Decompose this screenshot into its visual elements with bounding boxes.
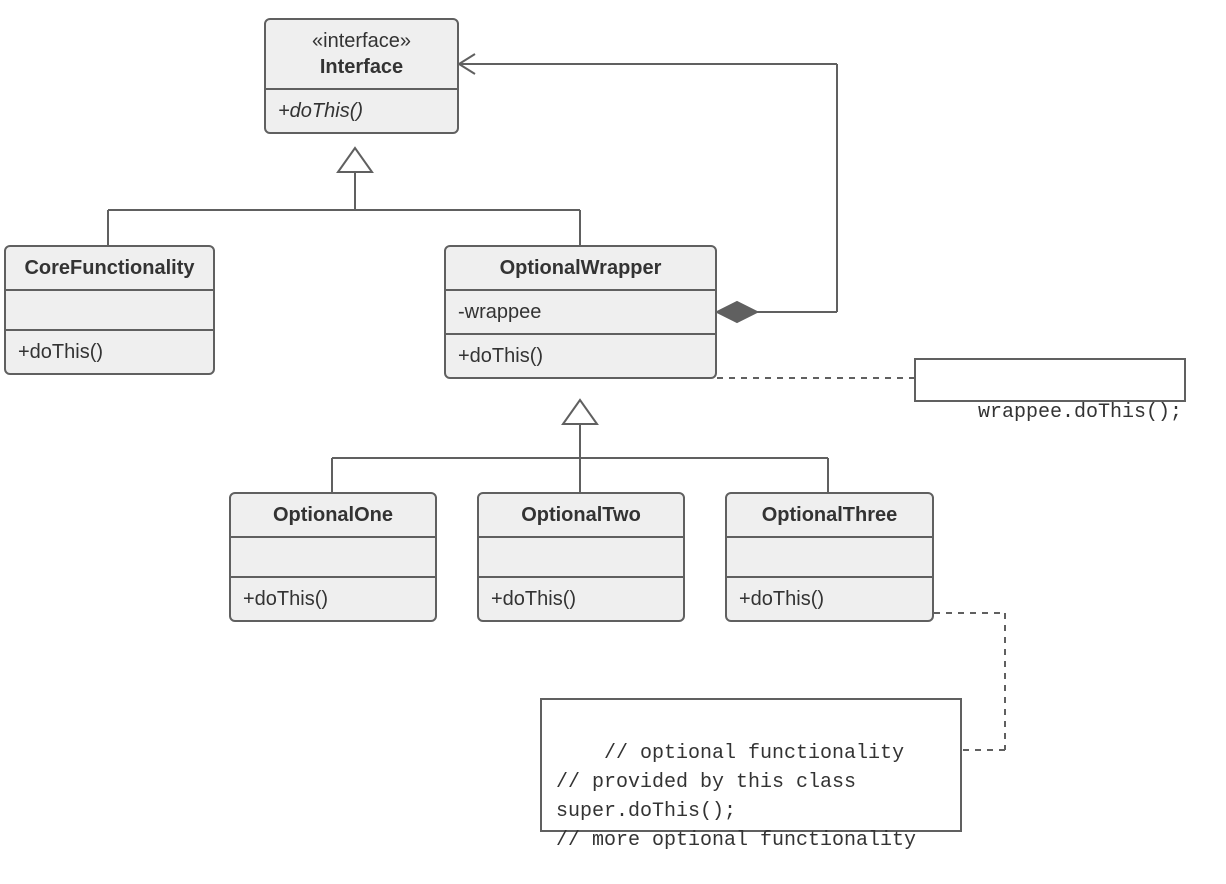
operation: +doThis(): [231, 578, 435, 620]
class-name: OptionalTwo: [479, 494, 683, 538]
attributes-empty: [479, 538, 683, 578]
attributes-empty: [727, 538, 932, 578]
operation: +doThis(): [266, 90, 457, 132]
class-optional-two: OptionalTwo +doThis(): [477, 492, 685, 622]
note-wrappee: wrappee.doThis();: [914, 358, 1186, 402]
class-name: CoreFunctionality: [6, 247, 213, 291]
aggregation-arrowhead: [459, 54, 475, 74]
class-name: OptionalThree: [727, 494, 932, 538]
stereotype-label: «interface»: [278, 28, 445, 54]
class-optional-three: OptionalThree +doThis(): [725, 492, 934, 622]
generalization-arrow-wrapper: [563, 400, 597, 424]
note-optional: // optional functionality // provided by…: [540, 698, 962, 832]
class-name: OptionalOne: [231, 494, 435, 538]
class-name: OptionalWrapper: [446, 247, 715, 291]
note-text: // optional functionality // provided by…: [556, 742, 916, 852]
attributes-empty: [6, 291, 213, 331]
class-interface: «interface» Interface +doThis(): [264, 18, 459, 134]
generalization-arrow-interface: [338, 148, 372, 172]
class-header: «interface» Interface: [266, 20, 457, 90]
note-text: wrappee.doThis();: [978, 401, 1182, 424]
class-core-functionality: CoreFunctionality +doThis(): [4, 245, 215, 375]
operation: +doThis(): [479, 578, 683, 620]
operation: +doThis(): [727, 578, 932, 620]
operation: +doThis(): [6, 331, 213, 373]
class-name: Interface: [320, 56, 403, 78]
attribute: -wrappee: [446, 291, 715, 335]
aggregation-diamond: [717, 302, 757, 322]
class-optional-one: OptionalOne +doThis(): [229, 492, 437, 622]
operation: +doThis(): [446, 335, 715, 377]
attributes-empty: [231, 538, 435, 578]
class-optional-wrapper: OptionalWrapper -wrappee +doThis(): [444, 245, 717, 379]
